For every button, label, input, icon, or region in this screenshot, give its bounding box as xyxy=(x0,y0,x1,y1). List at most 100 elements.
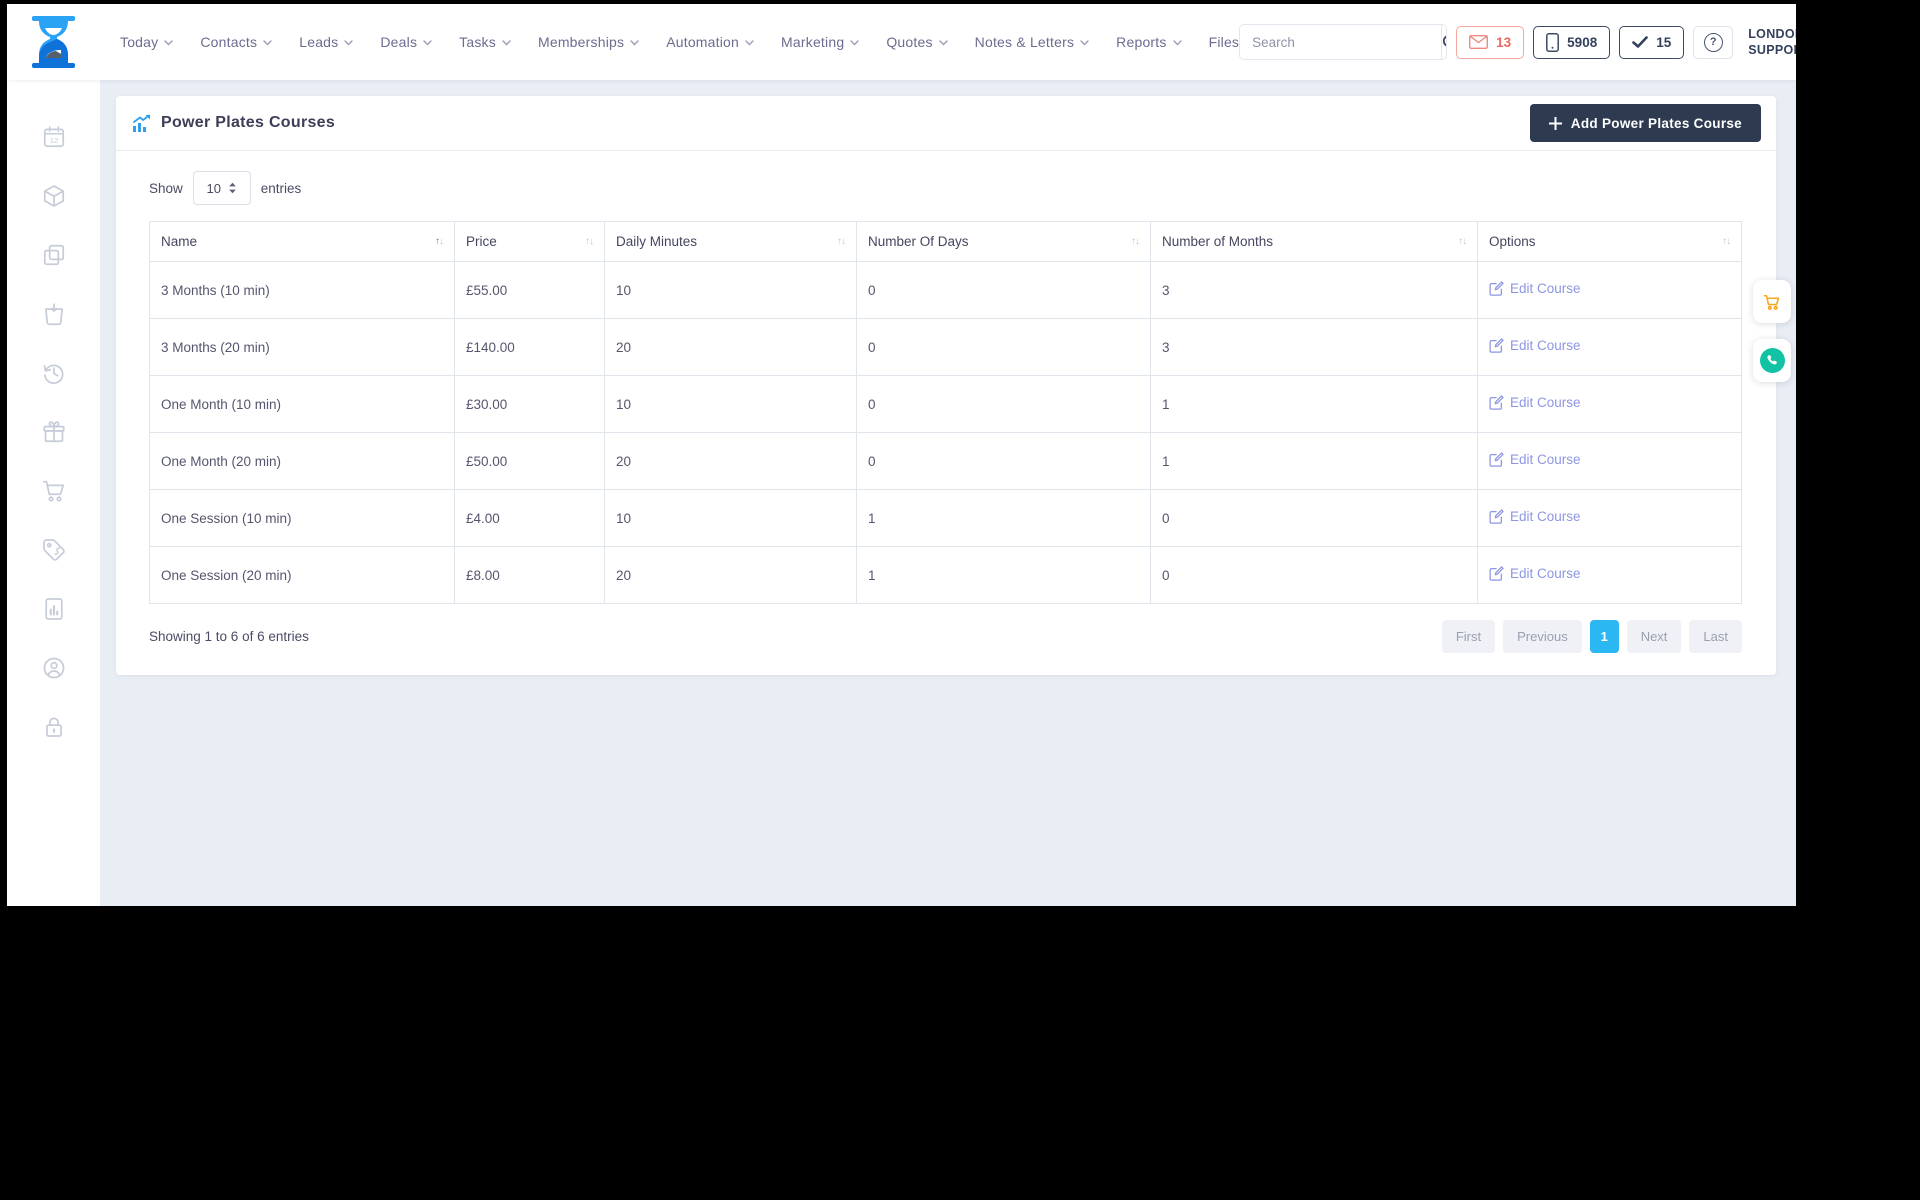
calendar-day-number: 12 xyxy=(49,136,57,145)
app-body: 12 Power Plates Courses Add Power Plates… xyxy=(7,80,1796,906)
page-size-select[interactable]: 10 xyxy=(192,171,251,205)
nav-item-files[interactable]: Files xyxy=(1209,34,1240,50)
phone-extension-badge[interactable]: 5908 xyxy=(1533,25,1611,59)
nav-item-marketing[interactable]: Marketing xyxy=(781,34,860,50)
sidebar-item-calendar[interactable]: 12 xyxy=(41,124,67,150)
column-header-daily-minutes[interactable]: Daily Minutes ↑↓ xyxy=(604,221,857,262)
pagination-page-1-button[interactable]: 1 xyxy=(1589,620,1619,653)
nav-item-automation[interactable]: Automation xyxy=(666,34,754,50)
main-content: Power Plates Courses Add Power Plates Co… xyxy=(100,80,1796,906)
cell-months: 1 xyxy=(1150,432,1478,490)
edit-course-link[interactable]: Edit Course xyxy=(1489,338,1581,353)
nav-item-quotes[interactable]: Quotes xyxy=(886,34,948,50)
sidebar-item-reports[interactable] xyxy=(41,596,67,622)
sort-icon: ↑↓ xyxy=(837,236,846,247)
column-header-number-of-days[interactable]: Number Of Days ↑↓ xyxy=(856,221,1151,262)
account-name: LONDON SUPPORT xyxy=(1748,26,1796,59)
phone-number: 5908 xyxy=(1567,34,1598,50)
shop-cart-quick-button[interactable] xyxy=(1753,280,1791,323)
shopping-bag-icon xyxy=(44,303,63,326)
cell-days: 0 xyxy=(856,261,1151,319)
nav-label: Notes & Letters xyxy=(974,34,1075,50)
column-header-options[interactable]: Options ↑↓ xyxy=(1477,221,1742,262)
mobile-phone-icon xyxy=(1546,32,1560,52)
sidebar-item-duplicates[interactable] xyxy=(41,242,67,268)
column-header-name[interactable]: Name ↑↓ xyxy=(149,221,455,262)
nav-item-today[interactable]: Today xyxy=(120,34,174,50)
nav-item-leads[interactable]: Leads xyxy=(299,34,354,50)
cell-name: One Month (20 min) xyxy=(149,432,455,490)
cell-options: Edit Course xyxy=(1477,375,1742,433)
nav-label: Reports xyxy=(1116,34,1167,50)
sidebar-item-shop-bag[interactable] xyxy=(41,301,67,327)
sidebar-item-cart[interactable] xyxy=(41,478,67,504)
cell-months: 0 xyxy=(1150,546,1478,604)
nav-item-contacts[interactable]: Contacts xyxy=(200,34,272,50)
cell-options: Edit Course xyxy=(1477,489,1742,547)
chevron-down-icon xyxy=(423,40,432,46)
edit-course-link[interactable]: Edit Course xyxy=(1489,566,1581,581)
mail-count: 13 xyxy=(1496,34,1512,50)
help-button[interactable]: ? xyxy=(1693,25,1734,59)
call-quick-button[interactable] xyxy=(1753,339,1791,382)
edit-course-link[interactable]: Edit Course xyxy=(1489,452,1581,467)
tasks-badge[interactable]: 15 xyxy=(1619,25,1685,59)
edit-course-link[interactable]: Edit Course xyxy=(1489,281,1581,296)
entries-summary: Showing 1 to 6 of 6 entries xyxy=(149,629,309,644)
table-body: 3 Months (10 min) £55.00 10 0 3 Edit Cou… xyxy=(149,261,1742,604)
pagination-last-button[interactable]: Last xyxy=(1689,620,1742,653)
cell-daily-minutes: 20 xyxy=(604,546,857,604)
nav-item-notes-letters[interactable]: Notes & Letters xyxy=(975,34,1090,50)
page-size-value: 10 xyxy=(206,180,222,196)
pagination-next-button[interactable]: Next xyxy=(1626,620,1682,653)
column-label: Number of Months xyxy=(1162,234,1274,249)
sidebar-item-pricing[interactable] xyxy=(41,537,67,563)
edit-course-label: Edit Course xyxy=(1510,452,1581,467)
cell-months: 0 xyxy=(1150,489,1478,547)
sidebar-item-gifts[interactable] xyxy=(41,419,67,445)
nav-item-memberships[interactable]: Memberships xyxy=(538,34,639,50)
cell-price: £30.00 xyxy=(454,375,605,433)
add-button-label: Add Power Plates Course xyxy=(1570,115,1742,131)
table-length-controls: Show 10 entries xyxy=(149,171,1742,205)
sidebar-item-packages[interactable] xyxy=(41,183,67,209)
mail-notifications-badge[interactable]: 13 xyxy=(1456,25,1525,59)
table-header-row: Name ↑↓ Price ↑↓ Daily Minutes ↑↓ Number Of… xyxy=(149,221,1742,262)
chart-growth-icon xyxy=(133,114,150,132)
edit-icon xyxy=(1489,566,1504,581)
column-header-price[interactable]: Price ↑↓ xyxy=(454,221,605,262)
cell-name: One Month (10 min) xyxy=(149,375,455,433)
account-name-line1: LONDON xyxy=(1748,26,1796,41)
sidebar-item-security[interactable] xyxy=(41,714,67,740)
report-document-icon xyxy=(44,598,63,620)
pagination-first-button[interactable]: First xyxy=(1441,620,1496,653)
search-icon xyxy=(1443,35,1447,46)
edit-icon xyxy=(1489,509,1504,524)
cell-daily-minutes: 20 xyxy=(604,318,857,376)
lock-icon xyxy=(45,717,62,737)
chevron-down-icon xyxy=(1172,40,1182,46)
nav-item-deals[interactable]: Deals xyxy=(380,34,432,50)
cell-price: £55.00 xyxy=(454,261,605,319)
sidebar-item-history[interactable] xyxy=(41,360,67,386)
column-header-number-of-months[interactable]: Number of Months ↑↓ xyxy=(1150,221,1478,262)
edit-course-link[interactable]: Edit Course xyxy=(1489,395,1581,410)
nav-item-reports[interactable]: Reports xyxy=(1116,34,1182,50)
chevron-down-icon xyxy=(630,40,639,46)
cell-options: Edit Course xyxy=(1477,318,1742,376)
nav-item-tasks[interactable]: Tasks xyxy=(459,34,511,50)
pagination-previous-button[interactable]: Previous xyxy=(1503,620,1582,653)
cell-days: 0 xyxy=(856,375,1151,433)
search-input[interactable] xyxy=(1240,34,1442,50)
chevron-down-icon xyxy=(344,40,354,46)
cell-name: One Session (10 min) xyxy=(149,489,455,547)
add-power-plates-course-button[interactable]: Add Power Plates Course xyxy=(1529,104,1761,142)
nav-label: Contacts xyxy=(200,34,258,50)
table-row: One Month (10 min) £30.00 10 0 1 Edit Co… xyxy=(149,375,1742,433)
edit-course-link[interactable]: Edit Course xyxy=(1489,509,1581,524)
sort-icon: ↑↓ xyxy=(1131,236,1140,247)
nav-label: Quotes xyxy=(886,34,933,50)
app-logo[interactable] xyxy=(7,16,100,68)
search-button[interactable] xyxy=(1441,25,1447,59)
sidebar-item-account[interactable] xyxy=(41,655,67,681)
